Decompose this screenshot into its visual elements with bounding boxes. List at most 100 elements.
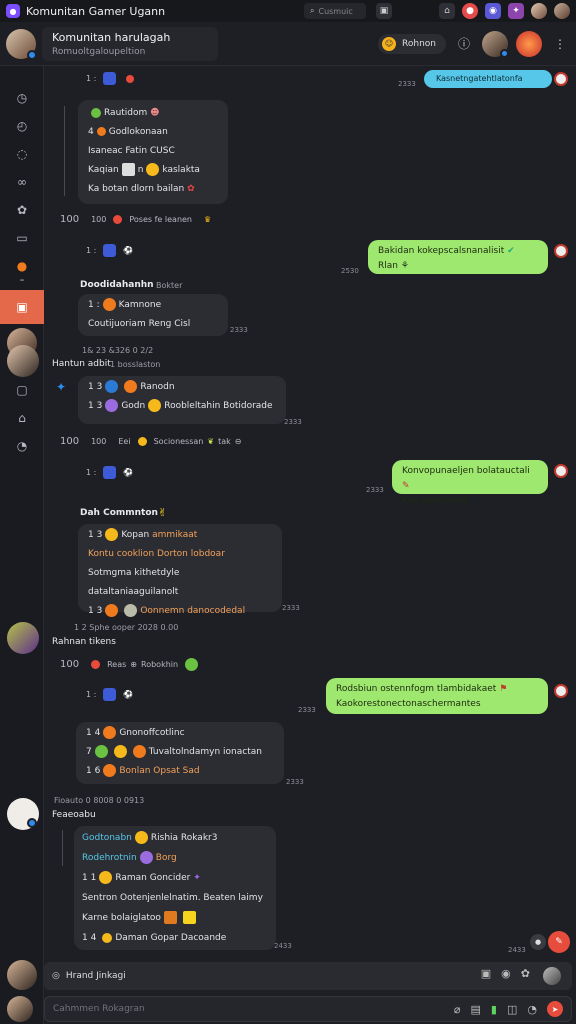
message-line: Rodehrotnin [82, 853, 137, 863]
search-icon: ⌕ [310, 6, 315, 15]
image-icon[interactable]: ▣ [481, 967, 491, 985]
timestamp: 2333 [284, 418, 302, 426]
compass-icon[interactable]: ◌ [0, 140, 44, 168]
reply-icon[interactable]: ⊖ [235, 437, 242, 446]
top-search-input[interactable]: ⌕ Cusmuic [304, 3, 366, 19]
sender-avatar[interactable] [7, 798, 39, 830]
app-title: Komunitan Gamer Ugann [26, 4, 166, 18]
avatar[interactable] [543, 967, 561, 985]
outgoing-message[interactable]: Bakidan kokepscalsnanalisit ✔ Rlan ⚘ [368, 240, 548, 274]
new-message-icon[interactable]: ✎ [548, 931, 570, 953]
history-icon[interactable]: ◴ [0, 112, 44, 140]
stream-icon[interactable]: ✦ [508, 3, 524, 19]
sender-name[interactable]: Dah Commnton [80, 508, 158, 518]
count-label: 100 [91, 437, 107, 446]
folder-icon[interactable]: ▭ [0, 224, 44, 252]
message-meta: 100 100 Eei Socionessan ❦ tak ⊖ [60, 436, 242, 447]
scroll-down-icon[interactable]: ● [530, 934, 546, 950]
sender-avatar[interactable] [7, 622, 39, 654]
chat-icon[interactable]: ◔ [527, 1003, 537, 1016]
frog-icon [185, 658, 199, 671]
user-avatar-icon[interactable] [531, 3, 547, 19]
smile-emoji-icon [105, 528, 119, 541]
line-number: 1 : [88, 300, 100, 310]
reaction-avatar[interactable] [516, 30, 542, 57]
incoming-message[interactable]: 1 4 Gnonoffcotlinc 7 Tuvaltolndamyn ionact… [76, 722, 284, 784]
smile-emoji-icon [148, 399, 162, 412]
incoming-message[interactable]: 1 3 Kopan ammikaat Kontu cooklion Dorton … [78, 524, 282, 617]
gif-icon[interactable]: ▤ [471, 1003, 481, 1016]
game-icon[interactable] [103, 244, 117, 257]
send-icon[interactable]: ➤ [547, 1001, 563, 1017]
sender-name[interactable]: Rahnan tikens [52, 637, 116, 647]
heart-icon[interactable] [126, 74, 135, 83]
outgoing-message[interactable]: Kasnetngatehtlatonfa [424, 70, 552, 88]
home-icon[interactable]: ⌂ [0, 404, 44, 432]
mic-icon[interactable]: ▮ [491, 1003, 497, 1016]
my-avatar[interactable] [7, 960, 37, 990]
square-icon[interactable]: ▢ [0, 376, 44, 404]
alert-icon[interactable]: ● [462, 3, 478, 19]
profile-avatar-icon[interactable] [554, 3, 570, 19]
fire-icon [124, 380, 138, 393]
game-icon[interactable] [103, 688, 117, 701]
message-line: Karne bolaiglatoo [82, 913, 161, 923]
gear-icon[interactable]: ✿ [0, 196, 44, 224]
line-number: 1 6 [86, 766, 101, 776]
member-avatar[interactable] [482, 30, 509, 58]
count-label: 100 [60, 436, 80, 447]
ball-icon[interactable]: ⚽ [123, 468, 133, 477]
incoming-message[interactable]: Rautidom ☻ 4 Godlokonaan Isaneac Fatin CU… [78, 100, 228, 204]
message-input[interactable]: Cahmmen Rokagran ⌀ ▤ ▮ ◫ ◔ ➤ [44, 996, 572, 1022]
online-icon [500, 48, 509, 58]
message-line: Rishia Rokakr3 [150, 833, 218, 843]
chat-info[interactable]: Komunitan harulagah Romuoltgaloupeltion [42, 26, 218, 61]
message-line: Sotmgma kithetdyle dataltaniaaguilanolt [88, 568, 180, 597]
more-icon[interactable]: ⋮ [550, 34, 570, 54]
message-line: kaslakta [162, 165, 200, 175]
game-icon[interactable] [103, 466, 117, 479]
ball-icon[interactable]: ⚽ [123, 690, 133, 699]
message-header: 1& 23 &326 0 2/2 [82, 346, 154, 355]
discord-icon[interactable]: ◉ [485, 3, 501, 19]
outgoing-message[interactable]: Rodsbiun ostennfogm tlambidakaet ⚑ Kaoko… [326, 678, 548, 714]
sender-name[interactable]: Hantun adbit [52, 359, 111, 369]
group-avatar[interactable] [6, 28, 37, 60]
camera-icon[interactable]: ◫ [507, 1003, 517, 1016]
reply-icon: ◎ [52, 971, 60, 981]
sticker-icon[interactable]: ✿ [521, 967, 530, 985]
message-header: Fioauto 0 8008 0 0913 [54, 796, 145, 805]
lock-icon[interactable]: ⌂ [439, 3, 455, 19]
reply-bar[interactable]: ◎ Hrand Jinkagi ▣ ◉ ✿ [44, 962, 572, 990]
pumpkin-icon[interactable]: ● [0, 252, 44, 280]
incoming-message[interactable]: 1 3 Ranodn 1 3 Godn Roobleltahin Botidorade [78, 376, 286, 424]
smile-emoji-icon [99, 871, 113, 884]
smile-emoji-icon [146, 163, 160, 176]
game-icon[interactable] [103, 72, 117, 85]
message-text: Poses fe leanen [129, 215, 192, 224]
incoming-message[interactable]: Godtonabn Rishia Rokakr3 Rodehrotnin Borg … [74, 826, 276, 950]
sticker-icon [163, 911, 177, 924]
ball-icon[interactable]: ⚽ [123, 246, 133, 255]
outgoing-message[interactable]: Konvopunaeljen bolatauctali ✎ Kop kandom… [392, 460, 548, 506]
sticker-icon [121, 163, 135, 176]
compose-avatar[interactable] [7, 996, 33, 1022]
read-receipt-avatar [554, 72, 568, 86]
archive-icon[interactable]: ▣ [376, 3, 392, 19]
sender-avatar[interactable] [7, 345, 39, 377]
emoji-icon[interactable]: ◉ [501, 967, 511, 985]
link-icon[interactable]: ∞ [0, 168, 44, 196]
chat-icon[interactable]: ◔ [0, 432, 44, 460]
timestamp: 2433 [508, 946, 526, 954]
sender-name[interactable]: Feaeoabu [52, 810, 96, 820]
clock-icon[interactable]: ◷ [0, 84, 44, 112]
message-text: Rlan [378, 261, 398, 271]
sender-name[interactable]: Doodidahanhn [80, 280, 154, 290]
info-icon[interactable]: ⓘ [454, 34, 474, 54]
attach-icon[interactable]: ⌀ [454, 1003, 461, 1016]
message-text: Robokhin [141, 660, 179, 669]
incoming-message[interactable]: 1 : Kamnone Coutijuoriam Reng Cisl [78, 294, 228, 336]
contacts-icon[interactable]: ▣ [0, 290, 44, 324]
chat-header: Komunitan harulagah Romuoltgaloupeltion … [0, 22, 576, 66]
status-button[interactable]: ☺ Rohnon [378, 33, 446, 54]
